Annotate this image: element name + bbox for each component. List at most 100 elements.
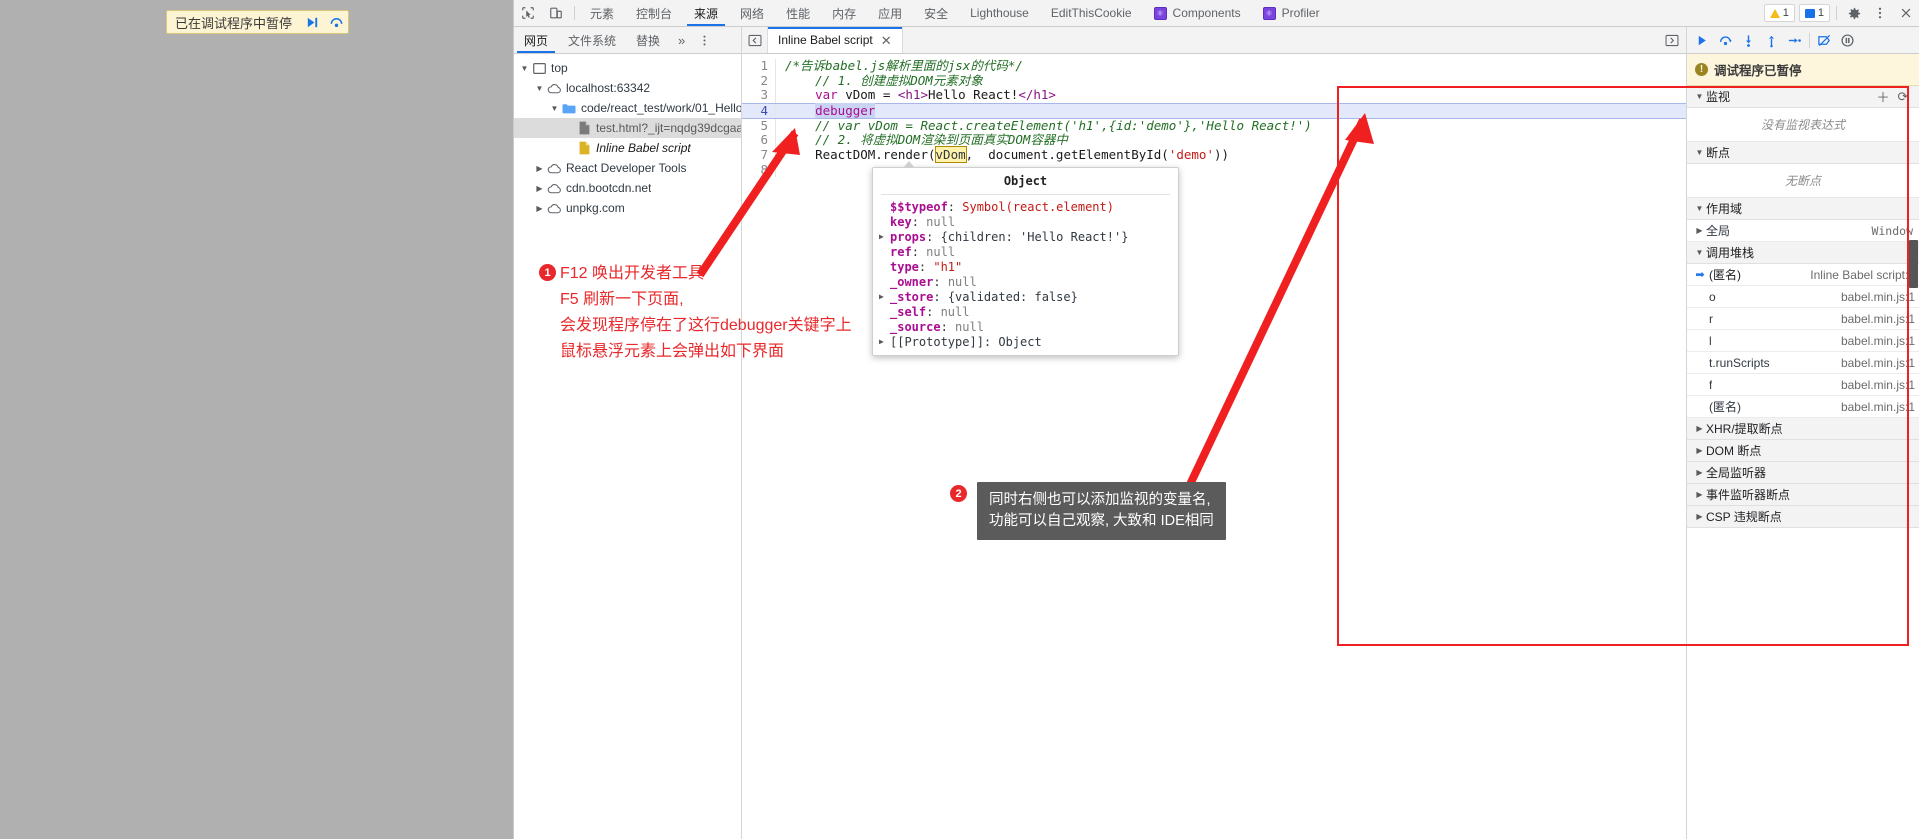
resume-script-button[interactable] [1691, 29, 1714, 52]
chevron-right-icon[interactable]: ▶ [1693, 468, 1706, 477]
pause-on-exceptions-button[interactable] [1836, 29, 1859, 52]
tab-editthiscookie[interactable]: EditThisCookie [1040, 0, 1143, 26]
chevron-down-icon[interactable]: ▼ [1693, 148, 1706, 157]
nav-tab-page[interactable]: 网页 [514, 27, 558, 53]
step-out-button[interactable] [1760, 29, 1783, 52]
section-header-event-listener-breakpoints[interactable]: ▶ 事件监听器断点 [1687, 484, 1919, 506]
object-property-row[interactable]: ▶ _store: {validated: false} [873, 289, 1178, 304]
tree-item-top[interactable]: ▼ top [514, 58, 741, 78]
chevron-right-icon[interactable]: ▶ [1693, 446, 1706, 455]
tab-lighthouse[interactable]: Lighthouse [959, 0, 1040, 26]
tab-memory[interactable]: 内存 [821, 0, 867, 26]
resume-script-button[interactable] [300, 11, 324, 33]
tree-item-cdn-bootcdn[interactable]: ▶ cdn.bootcdn.net [514, 178, 741, 198]
message-count-badge[interactable]: 1 [1798, 4, 1830, 22]
call-stack-frame[interactable]: (匿名) babel.min.js:1 [1687, 396, 1919, 418]
tree-item-localhost[interactable]: ▼ localhost:63342 [514, 78, 741, 98]
sources-navigator-panel: 网页 文件系统 替换 » ▼ top ▼ localhost:63342 ▼ c… [514, 27, 742, 839]
folder-icon [561, 103, 577, 114]
scope-row-global[interactable]: ▶ 全局 Window [1687, 220, 1919, 242]
refresh-icon[interactable]: ⟳ [1893, 89, 1913, 105]
section-header-call-stack[interactable]: ▼ 调用堆栈 [1687, 242, 1919, 264]
chevron-right-icon[interactable]: ▶ [879, 232, 890, 241]
tab-elements[interactable]: 元素 [579, 0, 625, 26]
close-icon[interactable] [1893, 0, 1919, 26]
section-header-breakpoints[interactable]: ▼ 断点 [1687, 142, 1919, 164]
nav-tab-more[interactable]: » [670, 27, 693, 53]
chevron-right-icon[interactable]: ▶ [1693, 226, 1706, 235]
tree-item-react-devtools[interactable]: ▶ React Developer Tools [514, 158, 741, 178]
section-header-xhr-breakpoints[interactable]: ▶ XHR/提取断点 [1687, 418, 1919, 440]
chevron-right-icon[interactable]: ▶ [879, 292, 890, 301]
frame-location: Inline Babel script:4 [1810, 267, 1915, 282]
call-stack-frame[interactable]: l babel.min.js:1 [1687, 330, 1919, 352]
tab-application[interactable]: 应用 [867, 0, 913, 26]
tree-item-test-html[interactable]: ▶ test.html?_ijt=nqdg39dcgaap5v0ap1n1t9b… [514, 118, 741, 138]
call-stack-frame[interactable]: f babel.min.js:1 [1687, 374, 1919, 396]
tab-network[interactable]: 网络 [729, 0, 775, 26]
chevron-down-icon[interactable]: ▼ [1693, 248, 1706, 257]
step-over-button[interactable] [1714, 29, 1737, 52]
tab-profiler[interactable]: ⚛ Profiler [1252, 0, 1331, 26]
section-header-csp-violation-breakpoints[interactable]: ▶ CSP 违规断点 [1687, 506, 1919, 528]
expand-panel-icon[interactable] [1658, 27, 1686, 53]
chevron-down-icon[interactable]: ▼ [1693, 204, 1706, 213]
object-property-row[interactable]: ▶ props: {children: 'Hello React!'} [873, 229, 1178, 244]
property-key: type [890, 259, 919, 274]
chevron-right-icon[interactable]: ▶ [1693, 490, 1706, 499]
tree-item-unpkg[interactable]: ▶ unpkg.com [514, 198, 741, 218]
chevron-right-icon[interactable]: ▶ [1693, 512, 1706, 521]
nav-tab-filesystem[interactable]: 文件系统 [558, 27, 626, 53]
tree-item-label: React Developer Tools [566, 161, 687, 175]
property-value: {validated: false} [947, 289, 1078, 304]
code-viewer[interactable]: 1 /*告诉babel.js解析里面的jsx的代码*/ 2 // 1. 创建虚拟… [742, 54, 1686, 839]
section-header-dom-breakpoints[interactable]: ▶ DOM 断点 [1687, 440, 1919, 462]
tab-components[interactable]: ⚛ Components [1143, 0, 1252, 26]
chevron-right-icon[interactable]: ▶ [879, 337, 890, 346]
step-over-button[interactable] [324, 11, 348, 33]
collapse-sidebar-icon[interactable] [742, 27, 768, 53]
gear-icon[interactable] [1841, 0, 1867, 26]
call-stack-frame[interactable]: r babel.min.js:1 [1687, 308, 1919, 330]
chevron-down-icon[interactable]: ▼ [533, 84, 546, 93]
editor-tab-inline-babel-script[interactable]: Inline Babel script ✕ [768, 27, 903, 53]
sidebar-scrollbar[interactable] [1909, 240, 1918, 288]
tree-item-label: cdn.bootcdn.net [566, 181, 652, 195]
nav-tab-overrides[interactable]: 替换 [626, 27, 670, 53]
call-stack-frame[interactable]: t.runScripts babel.min.js:1 [1687, 352, 1919, 374]
step-button[interactable] [1783, 29, 1806, 52]
section-title: XHR/提取断点 [1706, 422, 1783, 436]
step-into-button[interactable] [1737, 29, 1760, 52]
call-stack-frame[interactable]: o babel.min.js:1 [1687, 286, 1919, 308]
tab-sources[interactable]: 来源 [683, 0, 729, 26]
object-property-row: ref: null [890, 244, 956, 259]
code-hovered-variable[interactable]: vDom [934, 145, 967, 163]
section-header-global-listeners[interactable]: ▶ 全局监听器 [1687, 462, 1919, 484]
plus-icon[interactable]: ＋ [1873, 87, 1893, 106]
section-header-watch[interactable]: ▼ 监视 ＋ ⟳ [1687, 86, 1919, 108]
object-property-row[interactable]: ▶ [[Prototype]]: Object [873, 334, 1178, 349]
property-key: [[Prototype]] [890, 334, 984, 349]
chevron-right-icon[interactable]: ▶ [533, 184, 546, 193]
device-toolbar-icon[interactable] [542, 0, 570, 26]
kebab-menu-icon[interactable] [1867, 0, 1893, 26]
navigator-kebab-menu-icon[interactable] [693, 27, 715, 53]
chevron-down-icon[interactable]: ▼ [1693, 92, 1706, 101]
chevron-right-icon[interactable]: ▶ [1693, 424, 1706, 433]
tab-console[interactable]: 控制台 [625, 0, 683, 26]
tab-security[interactable]: 安全 [913, 0, 959, 26]
chevron-right-icon[interactable]: ▶ [533, 204, 546, 213]
warning-count-badge[interactable]: 1 [1763, 4, 1795, 22]
code-text: ReactDOM.render( [785, 146, 936, 162]
tree-item-inline-babel-script[interactable]: ▶ Inline Babel script [514, 138, 741, 158]
deactivate-breakpoints-button[interactable] [1813, 29, 1836, 52]
chevron-right-icon[interactable]: ▶ [533, 164, 546, 173]
call-stack-frame[interactable]: ➡ (匿名) Inline Babel script:4 [1687, 264, 1919, 286]
close-icon[interactable]: ✕ [881, 34, 892, 47]
tree-item-folder[interactable]: ▼ code/react_test/work/01_HelloWorld [514, 98, 741, 118]
inspect-element-icon[interactable] [514, 0, 542, 26]
chevron-down-icon[interactable]: ▼ [548, 104, 561, 113]
section-header-scope[interactable]: ▼ 作用域 [1687, 198, 1919, 220]
tab-performance[interactable]: 性能 [775, 0, 821, 26]
chevron-down-icon[interactable]: ▼ [518, 64, 531, 73]
